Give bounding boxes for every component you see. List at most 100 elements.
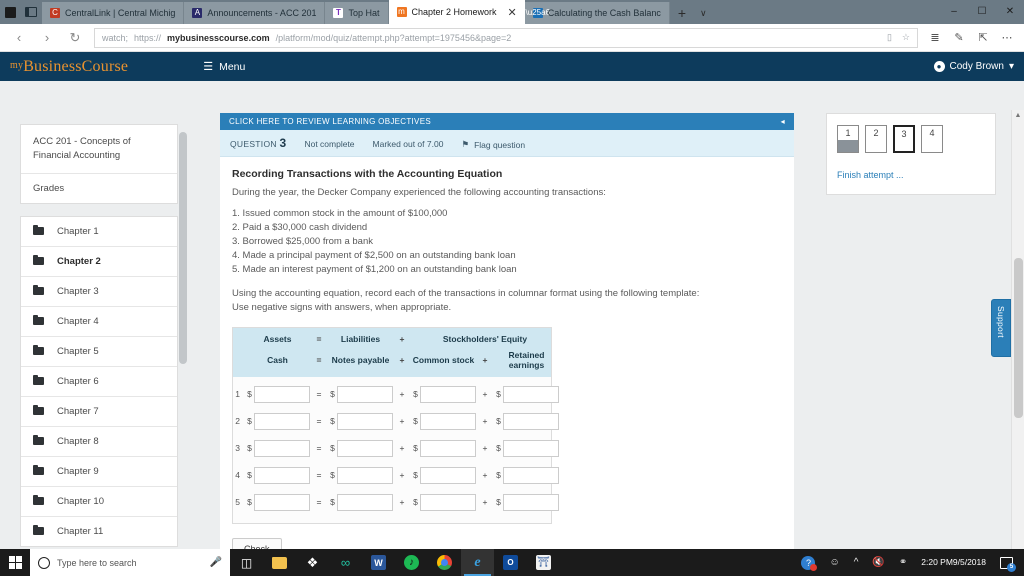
dollar-sign: $ <box>496 470 501 481</box>
sidebar-item-chapter-3[interactable]: Chapter 3 <box>21 277 177 307</box>
close-window-button[interactable]: ✕ <box>996 0 1024 24</box>
cash-input-row-2[interactable] <box>254 412 310 430</box>
cash-input-row-4[interactable] <box>254 466 310 484</box>
microphone-icon[interactable]: 🎤 <box>210 557 222 568</box>
retained-earnings-input-row-5[interactable] <box>503 493 559 511</box>
back-button[interactable]: ‹ <box>6 30 32 45</box>
question-nav-label: 3 <box>901 129 907 139</box>
common-stock-input-row-1[interactable] <box>420 385 476 403</box>
sidebar-item-chapter-6[interactable]: Chapter 6 <box>21 367 177 397</box>
browser-tab-centrallink[interactable]: C CentralLink | Central Michig <box>42 2 185 24</box>
sidebar-item-chapter-8[interactable]: Chapter 8 <box>21 427 177 457</box>
new-tab-button[interactable]: + <box>670 2 694 24</box>
favorites-hub-icon[interactable]: ≣ <box>924 31 946 44</box>
sidebar-scrollbar-thumb[interactable] <box>179 132 187 364</box>
sidebar-item-label: Chapter 2 <box>57 255 101 267</box>
browser-tab-announcements[interactable]: A Announcements - ACC 201 <box>184 2 326 24</box>
volume-button[interactable]: 🔇 <box>865 557 891 568</box>
outlook-button[interactable]: O <box>494 549 527 576</box>
sidebar-item-chapter-9[interactable]: Chapter 9 <box>21 457 177 487</box>
store-button[interactable]: ⛩ <box>527 549 560 576</box>
file-explorer-button[interactable] <box>263 549 296 576</box>
operator-equals: = <box>316 354 322 365</box>
network-button[interactable]: ⚭ <box>892 557 914 568</box>
cash-input-row-1[interactable] <box>254 385 310 403</box>
minimize-button[interactable]: ‒ <box>940 0 968 24</box>
question-nav-3[interactable]: 3 <box>893 125 915 153</box>
retained-earnings-input-row-1[interactable] <box>503 385 559 403</box>
sidebar-scrollbar[interactable] <box>179 124 187 576</box>
retained-earnings-input-row-3[interactable] <box>503 439 559 457</box>
people-button[interactable]: ☺ <box>822 557 846 568</box>
notification-count: 5 <box>1007 562 1016 572</box>
office-icon: ∞ <box>340 555 351 570</box>
set-tabs-aside-icon[interactable] <box>5 6 16 18</box>
help-alert-button[interactable]: ? <box>794 555 822 571</box>
more-icon[interactable]: ⋯ <box>996 31 1018 44</box>
common-stock-input-row-3[interactable] <box>420 439 476 457</box>
cash-input-row-3[interactable] <box>254 439 310 457</box>
sidebar-item-chapter-5[interactable]: Chapter 5 <box>21 337 177 367</box>
question-nav-1[interactable]: 1 <box>837 125 859 153</box>
support-tab[interactable]: Support <box>991 299 1011 357</box>
sidebar-item-grades[interactable]: Grades <box>21 174 177 203</box>
sidebar-item-chapter-2[interactable]: Chapter 2 <box>21 247 177 277</box>
word-button[interactable]: W <box>362 549 395 576</box>
taskbar-clock[interactable]: 2:20 PM 9/5/2018 <box>914 557 993 568</box>
page-scrollbar-thumb[interactable] <box>1014 258 1023 418</box>
notes-payable-input-row-1[interactable] <box>337 385 393 403</box>
browser-tab-tophat[interactable]: T Top Hat <box>325 2 389 24</box>
notes-payable-input-row-2[interactable] <box>337 412 393 430</box>
sidebar-item-chapter-1[interactable]: Chapter 1 <box>21 217 177 247</box>
action-center-button[interactable]: 5 <box>993 556 1020 572</box>
task-view-button[interactable]: ◫ <box>230 549 263 576</box>
notes-payable-input-row-3[interactable] <box>337 439 393 457</box>
menu-button[interactable]: ☰ Menu <box>203 60 245 74</box>
sidebar-item-chapter-7[interactable]: Chapter 7 <box>21 397 177 427</box>
dropbox-icon: ❖ <box>306 554 319 570</box>
flag-question-button[interactable]: ⚑ Flag question <box>461 139 525 150</box>
question-nav-2[interactable]: 2 <box>865 125 887 153</box>
browser-tab-calculating-cash-balance[interactable]: \u25a6 Calculating the Cash Balanc <box>524 2 670 24</box>
office-button[interactable]: ∞ <box>329 549 362 576</box>
edge-button[interactable]: e <box>461 549 494 576</box>
close-tab-icon[interactable]: ✕ <box>502 6 517 19</box>
user-menu-button[interactable]: ● Cody Brown ▾ <box>933 61 1014 72</box>
windows-start-icon <box>8 556 22 569</box>
maximize-button[interactable]: ☐ <box>968 0 996 24</box>
page-scrollbar[interactable]: ▲ ▼ <box>1011 110 1024 576</box>
show-hidden-icons-button[interactable]: ^ <box>847 557 866 568</box>
notes-payable-input-row-5[interactable] <box>337 493 393 511</box>
retained-earnings-input-row-2[interactable] <box>503 412 559 430</box>
question-nav-4[interactable]: 4 <box>921 125 943 153</box>
share-icon[interactable]: ⇱ <box>972 31 994 44</box>
spotify-button[interactable]: ♪ <box>395 549 428 576</box>
web-notes-icon[interactable]: ✎ <box>948 31 970 44</box>
forward-button[interactable]: › <box>34 30 60 45</box>
tabs-you-set-aside-icon[interactable] <box>25 7 37 17</box>
retained-earnings-input-row-4[interactable] <box>503 466 559 484</box>
column-header-assets: Assets <box>263 333 292 344</box>
learning-objectives-bar[interactable]: CLICK HERE TO REVIEW LEARNING OBJECTIVES… <box>220 113 794 130</box>
refresh-button[interactable]: ↻ <box>62 30 88 46</box>
taskbar-search-box[interactable]: Type here to search 🎤 <box>30 549 230 576</box>
browser-tab-chapter-2-homework[interactable]: m Chapter 2 Homework ✕ <box>388 0 525 24</box>
scroll-up-arrow[interactable]: ▲ <box>1012 112 1024 119</box>
favorite-star-icon[interactable]: ☆ <box>902 32 910 43</box>
reading-view-icon[interactable]: ▯ <box>887 32 892 43</box>
address-bar[interactable]: watch; https:// mybusinesscourse.com/plat… <box>94 27 918 48</box>
sidebar-item-chapter-10[interactable]: Chapter 10 <box>21 487 177 517</box>
common-stock-input-row-4[interactable] <box>420 466 476 484</box>
chevron-down-icon[interactable]: ∨ <box>694 2 713 24</box>
dropbox-button[interactable]: ❖ <box>296 549 329 576</box>
site-logo[interactable]: myBusinessCourse <box>10 58 128 76</box>
start-button[interactable] <box>0 549 30 576</box>
chrome-button[interactable] <box>428 549 461 576</box>
notes-payable-input-row-4[interactable] <box>337 466 393 484</box>
sidebar-item-chapter-11[interactable]: Chapter 11 <box>21 517 177 546</box>
sidebar-item-chapter-4[interactable]: Chapter 4 <box>21 307 177 337</box>
finish-attempt-link[interactable]: Finish attempt ... <box>837 170 985 180</box>
common-stock-input-row-5[interactable] <box>420 493 476 511</box>
common-stock-input-row-2[interactable] <box>420 412 476 430</box>
cash-input-row-5[interactable] <box>254 493 310 511</box>
